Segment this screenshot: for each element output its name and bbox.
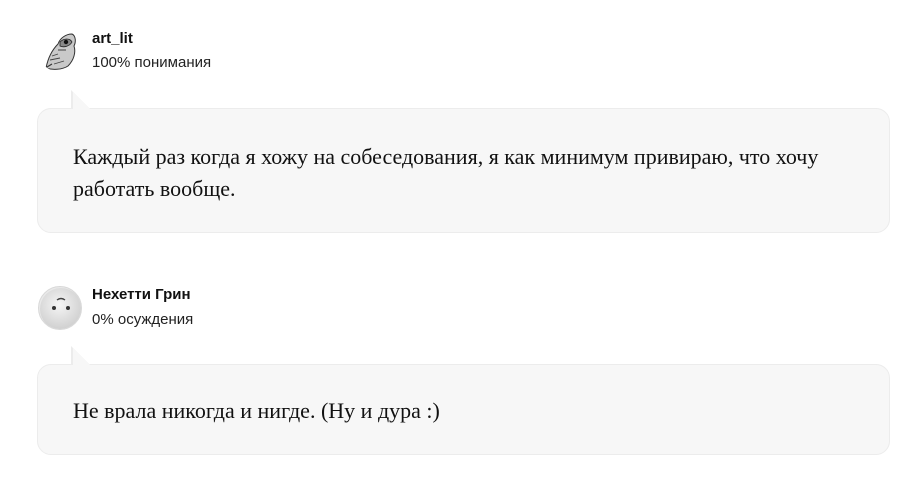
comment-meta: 0% осуждения bbox=[92, 311, 194, 328]
message-text: Каждый раз когда я хожу на собеседования… bbox=[73, 144, 819, 201]
username[interactable]: Нехетти Грин bbox=[92, 286, 191, 304]
bubble-tail-fill bbox=[73, 348, 91, 366]
bubble-tail-fill bbox=[73, 92, 91, 110]
message-bubble: Не врала никогда и нигде. (Ну и дура :) bbox=[37, 364, 890, 455]
avatar[interactable] bbox=[38, 286, 82, 330]
comment-meta: 100% понимания bbox=[92, 54, 212, 71]
message-text: Не врала никогда и нигде. (Ну и дура :) bbox=[73, 398, 440, 423]
avatar[interactable] bbox=[38, 28, 82, 72]
owl-sketch-icon bbox=[38, 28, 82, 72]
message-bubble: Каждый раз когда я хожу на собеседования… bbox=[37, 108, 890, 233]
default-face-icon bbox=[40, 288, 81, 329]
username[interactable]: art_lit bbox=[92, 30, 133, 48]
